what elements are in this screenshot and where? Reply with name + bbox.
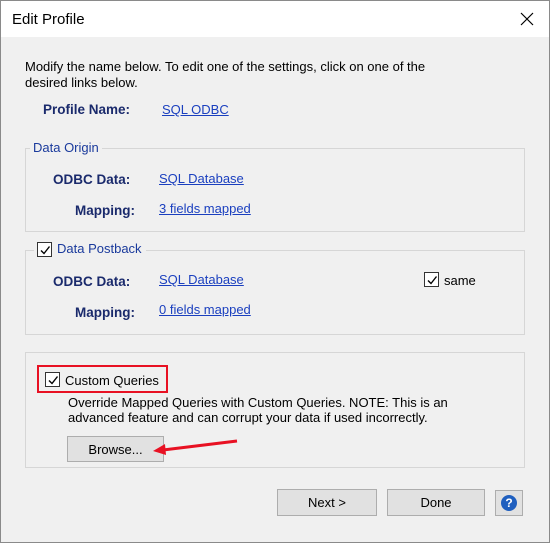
intro-text: Modify the name below. To edit one of th… — [25, 59, 426, 90]
data-postback-mapping-link[interactable]: 0 fields mapped — [159, 302, 251, 317]
close-icon — [520, 12, 534, 26]
data-origin-legend: Data Origin — [30, 140, 102, 155]
browse-button[interactable]: Browse... — [67, 436, 164, 462]
custom-queries-description: Override Mapped Queries with Custom Quer… — [68, 395, 448, 425]
close-button[interactable] — [511, 5, 543, 33]
done-button[interactable]: Done — [387, 489, 485, 516]
help-button[interactable]: ? — [495, 490, 523, 516]
data-origin-odbc-link[interactable]: SQL Database — [159, 171, 244, 186]
same-label: same — [444, 273, 476, 288]
profile-name-link[interactable]: SQL ODBC — [162, 102, 229, 117]
data-origin-mapping-link[interactable]: 3 fields mapped — [159, 201, 251, 216]
checkmark-icon — [40, 245, 50, 255]
data-origin-odbc-label: ODBC Data: — [53, 172, 131, 187]
data-postback-legend: Data Postback — [54, 241, 145, 256]
title-bar: Edit Profile — [1, 1, 549, 37]
data-origin-group — [25, 148, 525, 232]
same-checkbox[interactable] — [424, 272, 439, 287]
data-postback-odbc-link[interactable]: SQL Database — [159, 272, 244, 287]
red-arrow-annotation — [153, 439, 238, 455]
data-postback-odbc-label: ODBC Data: — [53, 274, 131, 289]
data-postback-mapping-label: Mapping: — [75, 305, 135, 320]
svg-text:?: ? — [505, 496, 512, 510]
window-title: Edit Profile — [12, 11, 85, 28]
data-origin-mapping-label: Mapping: — [75, 203, 135, 218]
next-button[interactable]: Next > — [277, 489, 377, 516]
help-icon: ? — [501, 495, 517, 511]
highlight-annotation-box — [37, 365, 168, 393]
checkmark-icon — [427, 275, 437, 285]
data-postback-checkbox[interactable] — [37, 242, 52, 257]
data-postback-group — [25, 250, 525, 335]
profile-name-label: Profile Name: — [43, 102, 131, 117]
edit-profile-dialog: Edit Profile Modify the name below. To e… — [0, 0, 550, 543]
